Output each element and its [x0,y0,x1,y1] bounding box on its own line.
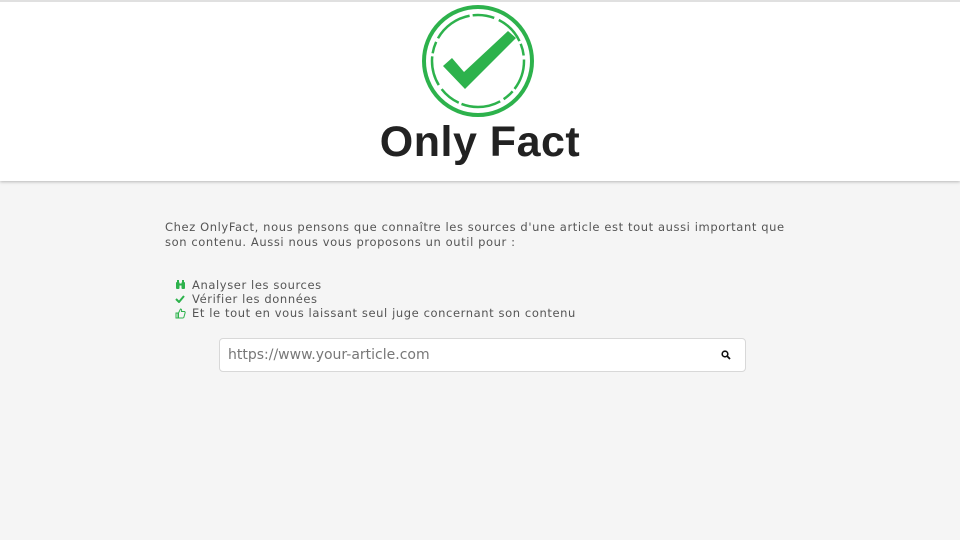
intro-text: Chez OnlyFact, nous pensons que connaîtr… [165,220,785,249]
feature-item: Et le tout en vous laissant seul juge co… [165,306,805,320]
checkmark-icon [173,295,187,303]
feature-label: Et le tout en vous laissant seul juge co… [192,306,576,320]
search-button[interactable] [707,340,745,370]
feature-item: Analyser les sources [165,278,805,292]
site-header: Only Fact [0,0,960,181]
check-stamp-icon [422,5,534,117]
feature-list: Analyser les sources Vérifier les donnée… [165,278,805,320]
feature-label: Vérifier les données [192,292,318,306]
binoculars-icon [173,280,187,290]
search-bar [219,338,746,372]
feature-label: Analyser les sources [192,278,322,292]
main-content: Chez OnlyFact, nous pensons que connaîtr… [165,220,805,320]
url-search-input[interactable] [220,340,707,370]
brand-title: Only Fact [379,118,581,166]
feature-item: Vérifier les données [165,292,805,306]
search-icon [721,350,731,360]
thumbs-up-icon [173,307,187,319]
